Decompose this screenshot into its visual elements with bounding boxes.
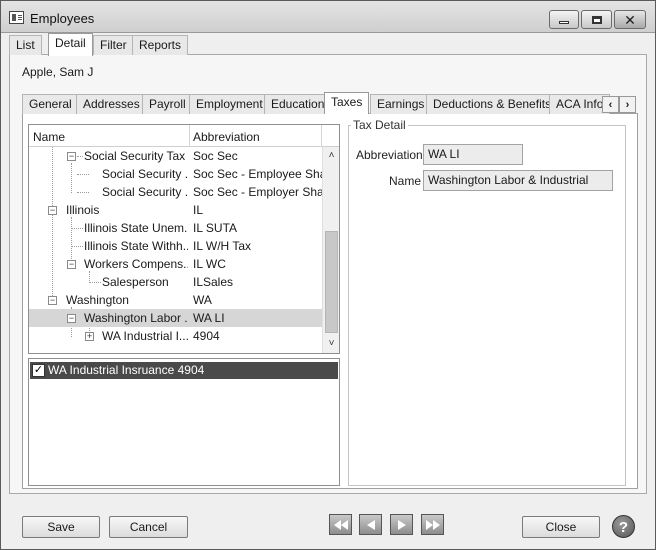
name-field[interactable]: Washington Labor & Industrial: [423, 170, 613, 191]
tab-taxes[interactable]: Taxes: [324, 92, 370, 114]
tree-connector: [77, 156, 83, 157]
tab-reports[interactable]: Reports: [132, 35, 189, 55]
tree-row-abbreviation: IL SUTA: [193, 221, 238, 235]
tree-row-name: Illinois State Unem...: [84, 221, 188, 235]
tab-earnings[interactable]: Earnings: [370, 94, 432, 114]
previous-record-icon: [366, 519, 375, 530]
checklist-item[interactable]: ✓ WA Industrial Insruance 4904: [30, 362, 338, 379]
tab-filter[interactable]: Filter: [93, 35, 134, 55]
checklist-item-label: WA Industrial Insruance 4904: [48, 363, 205, 377]
chevron-left-icon: ‹: [608, 98, 613, 111]
next-record-button[interactable]: [390, 514, 413, 535]
tree-row[interactable]: − Workers Compens... IL WC: [29, 255, 322, 273]
tax-checklist: ✓ WA Industrial Insruance 4904: [28, 358, 340, 486]
tax-tree[interactable]: Name Abbreviation − Social Security Tax …: [28, 124, 340, 354]
employees-window: Employees ✕ List Detail Filter Reports A…: [0, 0, 656, 550]
save-button[interactable]: Save: [22, 516, 100, 538]
column-header-name[interactable]: Name: [33, 130, 65, 144]
minimize-icon: [559, 21, 569, 24]
tree-row-name: Social Security Tax: [84, 149, 186, 163]
tree-row-name: WA Industrial I...: [102, 329, 188, 343]
tab-employment[interactable]: Employment: [189, 94, 270, 114]
scrollbar-thumb[interactable]: [325, 231, 338, 333]
close-window-button[interactable]: ✕: [614, 10, 646, 29]
collapse-icon[interactable]: −: [67, 152, 76, 161]
chevron-right-icon: ›: [625, 98, 630, 111]
collapse-icon[interactable]: −: [48, 296, 57, 305]
close-button[interactable]: Close: [522, 516, 600, 538]
tree-row[interactable]: Illinois State Withh... IL W/H Tax: [29, 237, 322, 255]
tab-payroll[interactable]: Payroll: [142, 94, 193, 114]
tree-row-name: Illinois: [66, 203, 100, 217]
tree-row[interactable]: Illinois State Unem... IL SUTA: [29, 219, 322, 237]
cancel-button[interactable]: Cancel: [109, 516, 188, 538]
first-record-icon: [333, 519, 348, 530]
next-record-icon: [397, 519, 406, 530]
tree-row[interactable]: + WA Industrial I... 4904: [29, 327, 322, 345]
title-bar: Employees ✕: [1, 1, 655, 33]
collapse-icon[interactable]: −: [67, 260, 76, 269]
tree-row[interactable]: − Illinois IL: [29, 201, 322, 219]
tree-row-abbreviation: WA: [193, 293, 212, 307]
tree-row-name: Workers Compens...: [84, 257, 188, 271]
tab-education[interactable]: Education: [264, 94, 332, 114]
tree-scrollbar[interactable]: ˄ ˅: [322, 147, 339, 353]
tree-row-abbreviation: Soc Sec: [193, 149, 238, 163]
collapse-icon[interactable]: −: [48, 206, 57, 215]
tab-detail[interactable]: Detail: [48, 33, 93, 56]
tree-row-selected[interactable]: − Washington Labor ... WA LI: [29, 309, 322, 327]
employee-card-icon: [9, 11, 24, 24]
tree-row-name: Washington Labor ...: [84, 311, 188, 325]
tree-row[interactable]: − Social Security Tax Soc Sec: [29, 147, 322, 165]
tab-scroll-right-button[interactable]: ›: [619, 96, 636, 113]
tab-general[interactable]: General: [22, 94, 79, 114]
tab-list[interactable]: List: [9, 35, 42, 55]
tree-row[interactable]: Social Security ... Soc Sec - Employer S…: [29, 183, 334, 201]
tree-row-abbreviation: Soc Sec - Employee Share: [193, 167, 338, 181]
tree-row-name: Washington: [66, 293, 129, 307]
help-icon[interactable]: ?: [612, 515, 635, 538]
collapse-icon[interactable]: −: [67, 314, 76, 323]
abbreviation-label: Abbreviation: [356, 148, 423, 162]
tree-row-abbreviation: IL: [193, 203, 204, 217]
checkbox[interactable]: ✓: [32, 364, 45, 377]
last-record-button[interactable]: [421, 514, 444, 535]
employee-name: Apple, Sam J: [22, 65, 94, 79]
tree-row-abbreviation: Soc Sec - Employer Share: [193, 185, 335, 199]
first-record-button[interactable]: [329, 514, 352, 535]
tree-row-abbreviation: WA LI: [193, 311, 225, 325]
last-record-icon: [425, 519, 440, 530]
name-label: Name: [389, 174, 422, 188]
tree-row[interactable]: Salesperson ILSales: [29, 273, 322, 291]
abbreviation-field[interactable]: WA LI: [423, 144, 523, 165]
scroll-up-icon[interactable]: ˄: [323, 147, 339, 164]
tree-row-name: Social Security ...: [102, 185, 188, 199]
tab-scroll-left-button[interactable]: ‹: [602, 96, 619, 113]
column-header-abbreviation[interactable]: Abbreviation: [193, 130, 260, 144]
scroll-down-icon[interactable]: ˅: [323, 335, 339, 352]
expand-icon[interactable]: +: [85, 332, 94, 341]
tree-row[interactable]: Social Security ... Soc Sec - Employee S…: [29, 165, 337, 183]
tree-row-name: Social Security ...: [102, 167, 188, 181]
column-divider: [321, 125, 322, 147]
tree-row-name: Illinois State Withh...: [84, 239, 188, 253]
column-divider: [189, 125, 190, 147]
tree-row-abbreviation: 4904: [193, 329, 220, 343]
detail-tab-bar: General Addresses Payroll Employment Edu…: [22, 92, 638, 114]
previous-record-button[interactable]: [359, 514, 382, 535]
tree-header: Name Abbreviation: [29, 125, 339, 147]
tree-row[interactable]: − Washington WA: [29, 291, 322, 309]
tab-deductions-benefits[interactable]: Deductions & Benefits: [426, 94, 559, 114]
tree-row-abbreviation: ILSales: [193, 275, 234, 289]
minimize-button[interactable]: [549, 10, 579, 29]
tax-detail-title: Tax Detail: [351, 118, 408, 132]
window-title: Employees: [30, 11, 95, 26]
tree-row-abbreviation: IL W/H Tax: [193, 239, 252, 253]
tree-row-name: Salesperson: [102, 275, 169, 289]
tree-row-abbreviation: IL WC: [193, 257, 226, 271]
maximize-icon: [591, 15, 602, 24]
maximize-button[interactable]: [581, 10, 612, 29]
close-icon: ✕: [624, 11, 636, 28]
tab-addresses[interactable]: Addresses: [76, 94, 147, 114]
